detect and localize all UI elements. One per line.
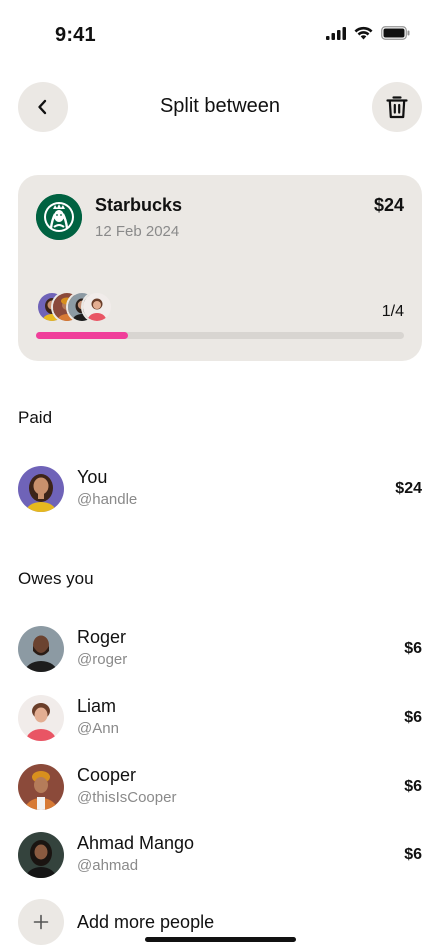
person-amount: $6 <box>404 709 422 726</box>
add-people-circle <box>18 899 64 945</box>
avatar <box>18 832 64 878</box>
split-progress-fill <box>36 332 128 339</box>
person-handle: @ahmad <box>77 857 139 874</box>
battery-icon <box>381 26 410 40</box>
person-amount: $6 <box>404 778 422 795</box>
avatar <box>18 695 64 741</box>
starbucks-logo <box>36 194 82 240</box>
paid-section-heading: Paid <box>18 408 53 427</box>
person-row-ahmad-mango[interactable]: Ahmad Mango @ahmad $6 <box>18 832 422 878</box>
person-amount: $6 <box>404 640 422 657</box>
status-time: 9:41 <box>55 24 96 46</box>
expense-card[interactable]: Starbucks 12 Feb 2024 $24 1/4 <box>18 175 422 361</box>
expense-amount: $24 <box>373 195 404 215</box>
person-name: Cooper <box>77 765 137 785</box>
plus-icon <box>33 914 49 930</box>
avatar <box>81 291 113 323</box>
person-name: You <box>77 467 108 487</box>
person-row-liam[interactable]: Liam @Ann $6 <box>18 695 422 741</box>
person-row-cooper[interactable]: Cooper @thisIsCooper $6 <box>18 764 422 810</box>
avatar <box>18 466 64 512</box>
person-name: Ahmad Mango <box>77 833 195 853</box>
owes-section-heading: Owes you <box>18 569 94 588</box>
person-row-roger[interactable]: Roger @roger $6 <box>18 626 422 672</box>
person-handle: @Ann <box>77 720 119 737</box>
split-progress-count: 1/4 <box>381 303 404 320</box>
header: Split between <box>0 82 440 132</box>
delete-button[interactable] <box>372 82 422 132</box>
person-handle: @thisIsCooper <box>77 789 177 806</box>
split-progress-bar <box>36 332 404 339</box>
avatar <box>18 626 64 672</box>
merchant-name: Starbucks <box>95 195 183 215</box>
avatar <box>18 764 64 810</box>
person-amount: $24 <box>395 480 422 497</box>
person-row-you[interactable]: You @handle $24 <box>18 466 422 512</box>
expense-date: 12 Feb 2024 <box>95 223 180 240</box>
participants-avatar-stack <box>36 291 126 323</box>
person-amount: $6 <box>404 846 422 863</box>
person-name: Roger <box>77 627 127 647</box>
status-bar: 9:41 <box>0 0 440 70</box>
cellular-signal-icon <box>326 26 346 40</box>
person-handle: @handle <box>77 491 138 508</box>
person-handle: @roger <box>77 651 128 668</box>
home-indicator <box>145 937 296 942</box>
status-icons <box>326 26 410 40</box>
add-people-label: Add more people <box>77 912 215 932</box>
trash-icon <box>386 96 408 119</box>
person-name: Liam <box>77 696 117 716</box>
wifi-icon <box>354 26 373 40</box>
